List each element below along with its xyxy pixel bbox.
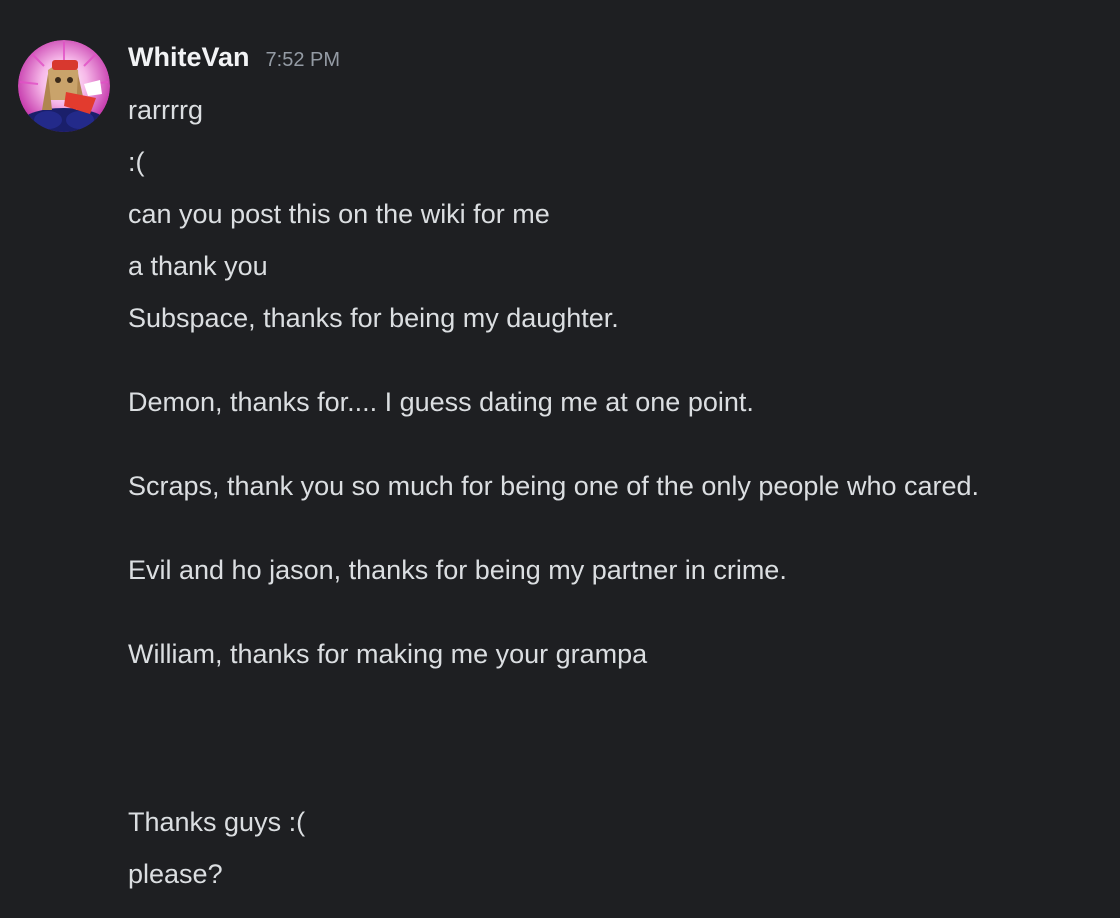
- avatar-image: [18, 40, 110, 132]
- user-avatar[interactable]: [18, 40, 110, 132]
- message-line: can you post this on the wiki for me: [128, 199, 550, 229]
- message-line: a thank you: [128, 251, 268, 281]
- message-line: rarrrrg: [128, 95, 203, 125]
- message-body: rarrrrg :( can you post this on the wiki…: [128, 84, 1108, 900]
- message-long-text: Subspace, thanks for being my daughter. …: [128, 303, 980, 837]
- username[interactable]: WhiteVan: [128, 42, 250, 73]
- chat-message: WhiteVan 7:52 PM rarrrrg :( can you post…: [0, 0, 1120, 918]
- message-line: :(: [128, 147, 145, 177]
- message-line: please?: [128, 859, 223, 889]
- message-header: WhiteVan 7:52 PM: [128, 42, 340, 80]
- timestamp[interactable]: 7:52 PM: [266, 49, 340, 72]
